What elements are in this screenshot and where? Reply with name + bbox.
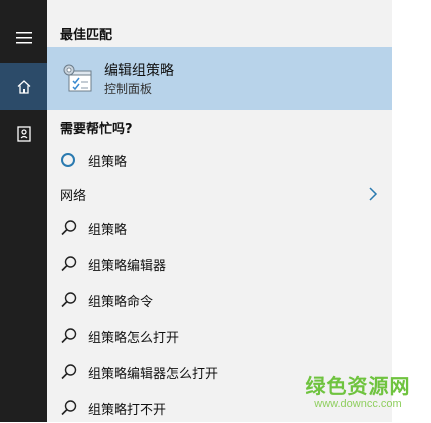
- section-title-need-help: 需要帮忙吗?: [60, 122, 133, 137]
- watermark-logo: 绿色资源网 www.downcc.com: [297, 370, 419, 414]
- hamburger-icon: [15, 31, 32, 43]
- search-results-panel: 最佳匹配 编辑组策略 控制面板 需要帮忙吗? 组策略 网络 组策略 组策略编辑器…: [47, 0, 392, 422]
- best-match-subtitle: 控制面板: [104, 82, 153, 96]
- hamburger-menu-button[interactable]: [0, 14, 47, 61]
- search-icon: [61, 292, 77, 308]
- notebook-button[interactable]: [0, 110, 47, 157]
- web-result-label: 组策略命令: [88, 295, 154, 310]
- help-item[interactable]: 组策略: [47, 145, 392, 175]
- group-policy-editor-icon: [63, 64, 92, 92]
- search-icon: [61, 364, 77, 380]
- section-title-web: 网络: [60, 189, 87, 204]
- web-result-item[interactable]: 组策略怎么打开: [47, 321, 392, 351]
- chevron-right-icon[interactable]: [368, 186, 378, 202]
- web-result-label: 组策略: [88, 223, 128, 238]
- help-item-label: 组策略: [88, 155, 128, 170]
- best-match-item[interactable]: 编辑组策略 控制面板: [47, 47, 392, 110]
- search-icon: [61, 328, 77, 344]
- web-result-item[interactable]: 组策略编辑器: [47, 249, 392, 279]
- web-result-label: 组策略打不开: [88, 403, 167, 418]
- search-icon: [61, 220, 77, 236]
- section-title-best-match: 最佳匹配: [60, 28, 113, 43]
- web-result-item[interactable]: 组策略: [47, 213, 392, 243]
- web-result-label: 组策略编辑器: [88, 259, 167, 274]
- home-button[interactable]: [0, 63, 47, 110]
- web-result-label: 组策略怎么打开: [88, 331, 180, 346]
- web-result-item[interactable]: 组策略命令: [47, 285, 392, 315]
- notebook-icon: [16, 125, 31, 142]
- watermark-url: www.downcc.com: [314, 398, 402, 410]
- left-rail: [0, 0, 47, 422]
- search-icon: [61, 256, 77, 272]
- home-icon: [17, 79, 30, 94]
- web-result-label: 组策略编辑器怎么打开: [88, 367, 219, 382]
- circle-icon: [61, 153, 75, 167]
- watermark-title: 绿色资源网: [305, 376, 411, 398]
- best-match-title: 编辑组策略: [104, 63, 174, 79]
- search-icon: [61, 400, 77, 416]
